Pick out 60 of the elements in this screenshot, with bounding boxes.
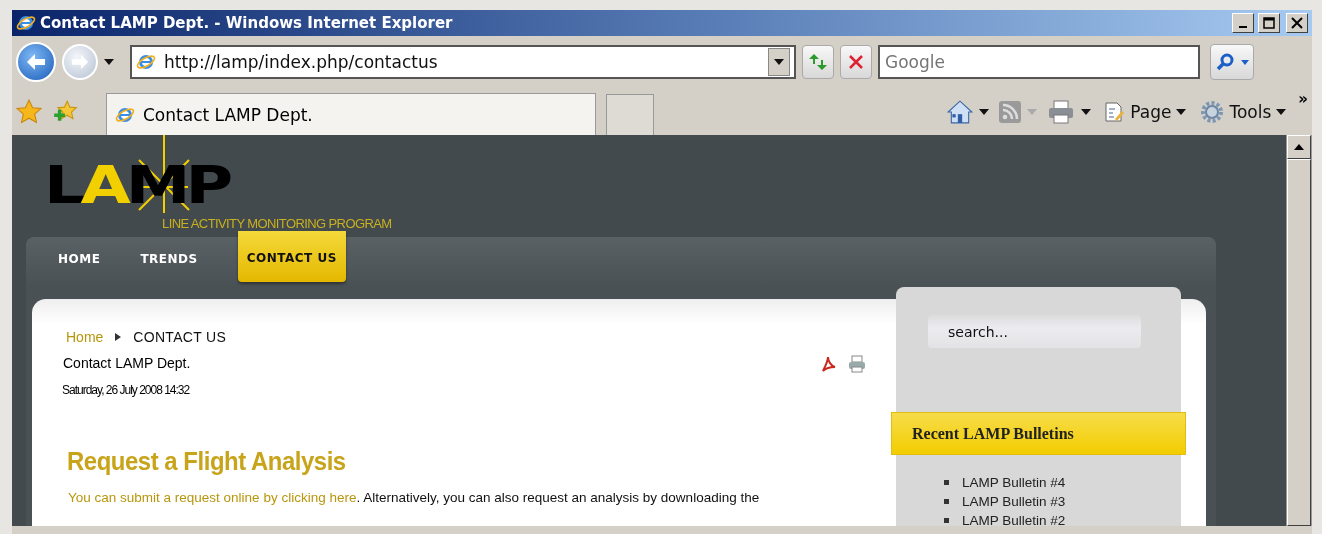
search-field[interactable]: Google (878, 45, 1200, 79)
nav-tab[interactable]: CONTACT US (237, 231, 346, 282)
search-field[interactable]: search... (928, 315, 1141, 348)
printer-icon[interactable] (1047, 98, 1076, 125)
bullet-icon (944, 518, 949, 523)
stop-button[interactable] (840, 45, 872, 79)
forward-arrow-icon (70, 53, 90, 71)
address-field[interactable]: http://lamp/index.php/contactus (130, 45, 796, 79)
bullet-icon (944, 480, 949, 485)
caret-icon[interactable] (979, 108, 990, 115)
bulletin-link[interactable]: LAMP Bulletin #2 (962, 511, 1066, 526)
caret-icon (1276, 108, 1287, 115)
module-title: Recent LAMP Bulletins (891, 412, 1186, 455)
printer-icon[interactable] (848, 355, 866, 373)
browser-tab[interactable]: Contact LAMP Dept. (106, 93, 596, 135)
window-title: Contact LAMP Dept. - Windows Internet Explorer (40, 14, 454, 32)
caret-icon (1176, 108, 1187, 115)
breadcrumb-arrow-icon (115, 333, 122, 341)
scroll-up-button[interactable] (1287, 135, 1311, 159)
up-arrow-icon (1294, 144, 1304, 150)
article-date: Saturday, 26 July 2008 14:32 (62, 383, 191, 397)
minimize-icon (1239, 26, 1247, 28)
nav-tab[interactable]: HOME (58, 237, 121, 266)
bulletin-link[interactable]: LAMP Bulletin #4 (962, 473, 1066, 492)
home-icon[interactable] (947, 98, 974, 125)
caret-icon[interactable] (104, 59, 114, 65)
ie-logo-icon (16, 13, 36, 33)
pdf-icon[interactable] (820, 355, 836, 373)
minimize-button[interactable] (1232, 13, 1254, 33)
tools-menu-button[interactable]: Tools (1198, 99, 1289, 124)
back-arrow-icon (25, 52, 47, 72)
refresh-icon (807, 52, 829, 72)
bulletin-link[interactable]: LAMP Bulletin #3 (962, 492, 1066, 511)
logo-subtitle: LINE ACTIVITY MONITORING PROGRAM (162, 216, 392, 231)
back-button[interactable] (16, 42, 56, 82)
more-chevron-icon[interactable]: » (1298, 90, 1308, 108)
close-icon (1291, 17, 1303, 29)
scrollbar-thumb[interactable] (1287, 159, 1311, 526)
caret-icon (774, 59, 784, 65)
breadcrumb-current: CONTACT US (133, 329, 227, 345)
caret-icon (1241, 59, 1249, 65)
maximize-button[interactable] (1258, 13, 1280, 33)
paragraph: You can submit a request online by clicking here. Alternatively, you can also request an analysis by downloading the (68, 489, 761, 506)
article-heading: Request a Flight Analysis (67, 447, 347, 476)
search-icon (1215, 52, 1235, 72)
refresh-button[interactable] (802, 45, 834, 79)
favorites-star-icon[interactable] (16, 98, 42, 125)
bullet-icon (944, 499, 949, 504)
page-menu-button[interactable]: Page (1101, 100, 1189, 123)
gear-icon (1200, 99, 1225, 124)
stop-icon (848, 54, 864, 70)
address-dropdown-button[interactable] (768, 48, 790, 76)
page-icon (1103, 100, 1126, 123)
caret-icon[interactable] (1081, 108, 1092, 115)
search-button[interactable] (1210, 44, 1254, 80)
ie-logo-icon (136, 52, 156, 72)
page-title: Contact LAMP Dept. (63, 355, 191, 373)
maximize-icon (1263, 17, 1275, 29)
nav-tab[interactable]: TRENDS (140, 237, 218, 266)
close-button[interactable] (1286, 13, 1308, 33)
